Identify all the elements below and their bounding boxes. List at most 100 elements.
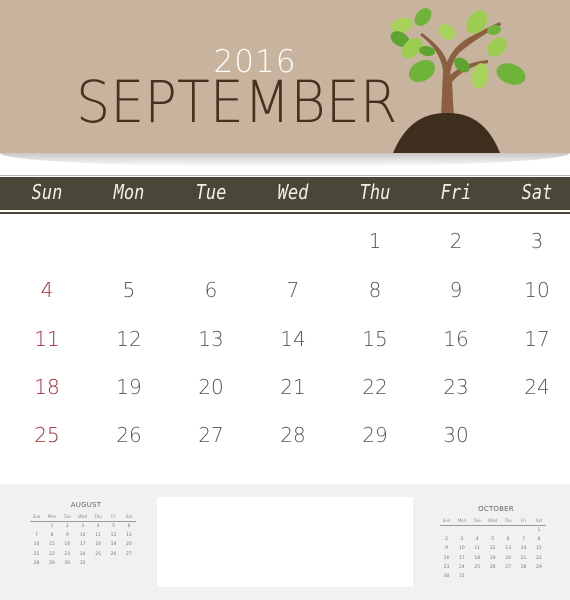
day-cell[interactable]: 28 [263, 423, 323, 447]
mini-day-cell: 12 [110, 533, 117, 539]
mini-day-cell: 22 [536, 555, 542, 561]
soil-mound [393, 112, 500, 153]
day-cell[interactable]: 1 [345, 229, 405, 253]
mini-weekday-label: Wed [488, 518, 498, 523]
day-cell[interactable]: 22 [345, 375, 405, 399]
mini-weekday-label: Tue [473, 518, 481, 523]
mini-day-cell: 6 [127, 524, 131, 529]
day-cell[interactable]: 9 [426, 278, 486, 302]
mini-day-cell: 31 [459, 574, 465, 579]
mini-day-cell: 16 [64, 542, 71, 548]
mini-day-cell: 13 [126, 533, 132, 539]
mini-weekday-label: Fri [520, 518, 527, 523]
day-cell[interactable]: 24 [507, 375, 567, 399]
mini-weekday-label: Thu [94, 514, 102, 519]
mini-day-cell: 16 [443, 555, 450, 561]
mini-weekday-label: Fri [110, 514, 117, 519]
mini-day-cell: 28 [33, 560, 40, 566]
weekday-label-sat: Sat [521, 180, 553, 204]
mini-weekday-label: Wed [78, 514, 88, 519]
weekday-label-mon: Mon [113, 180, 145, 204]
weekday-label-thu: Thu [359, 180, 391, 204]
mini-day-cell: 14 [33, 542, 40, 548]
day-cell[interactable]: 25 [17, 423, 77, 447]
tree-icon [390, 8, 526, 153]
day-cell[interactable]: 2 [426, 229, 486, 253]
day-cell[interactable]: 23 [426, 375, 486, 399]
mini-day-cell: 21 [520, 555, 527, 561]
mini-day-cell: 1 [537, 528, 541, 533]
mini-weekday-label: Sat [125, 514, 133, 519]
mini-day-cell: 30 [64, 560, 71, 566]
day-cell[interactable]: 13 [181, 327, 241, 351]
mini-day-cell: 3 [460, 537, 464, 543]
notes-box[interactable] [157, 497, 413, 587]
mini-day-cell: 14 [520, 546, 527, 552]
day-cell[interactable]: 6 [181, 278, 241, 302]
mini-day-cell: 13 [505, 546, 511, 552]
tree-illustration [390, 8, 526, 153]
month-title: SEPTEMBER [76, 68, 398, 136]
day-cell[interactable]: 17 [507, 327, 567, 351]
day-cell[interactable]: 16 [426, 327, 486, 351]
mini-day-cell: 9 [445, 546, 448, 552]
day-cell[interactable]: 20 [181, 375, 241, 399]
day-cell[interactable]: 3 [507, 229, 567, 253]
mini-day-cell: 23 [64, 551, 71, 557]
day-cell[interactable]: 21 [263, 375, 323, 399]
mini-day-cell: 1 [50, 524, 54, 529]
mini-day-cell: 21 [33, 551, 40, 557]
day-cell[interactable]: 11 [17, 327, 77, 351]
mini-day-cell: 17 [79, 542, 86, 548]
weekbar-underline [0, 212, 570, 214]
mini-day-cell: 25 [474, 564, 481, 570]
day-cell[interactable]: 14 [263, 327, 323, 351]
mini-day-cell: 11 [474, 546, 481, 552]
mini-day-cell: 20 [126, 542, 132, 548]
mini-weekday-label: Sun [442, 518, 451, 523]
mini-day-cell: 19 [110, 542, 117, 548]
day-cell[interactable]: 7 [263, 278, 323, 302]
mini-day-cell: 3 [81, 524, 85, 529]
mini-day-cell: 8 [50, 533, 54, 539]
mini-day-cell: 18 [95, 542, 101, 548]
mini-weekday-label: Sun [32, 514, 41, 519]
mini-day-cell: 7 [522, 537, 525, 543]
weekday-label-wed: Wed [277, 180, 309, 204]
day-cell[interactable]: 30 [426, 423, 486, 447]
day-cell[interactable]: 26 [99, 423, 159, 447]
mini-day-cell: 31 [79, 560, 86, 566]
mini-calendar-title: AUGUST [70, 501, 102, 509]
day-cell[interactable]: 29 [345, 423, 405, 447]
mini-day-cell: 2 [65, 524, 69, 529]
mini-weekday-label: Mon [47, 514, 57, 519]
mini-day-cell: 4 [96, 524, 100, 529]
mini-divider [30, 521, 136, 522]
mini-day-cell: 29 [49, 560, 55, 566]
day-cell[interactable]: 12 [99, 327, 159, 351]
mini-day-cell: 29 [536, 564, 542, 570]
mini-day-cell: 19 [489, 555, 496, 561]
mini-day-cell: 10 [79, 533, 86, 539]
mini-day-cell: 28 [520, 564, 527, 570]
weekday-label-tue: Tue [195, 180, 227, 204]
day-cell[interactable]: 27 [181, 423, 241, 447]
day-cell[interactable]: 4 [17, 278, 77, 302]
mini-day-cell: 15 [49, 542, 55, 548]
day-cell[interactable]: 18 [17, 375, 77, 399]
day-cell[interactable]: 5 [99, 278, 159, 302]
mini-day-cell: 17 [459, 555, 465, 561]
mini-day-cell: 15 [536, 546, 542, 552]
day-cell[interactable]: 10 [507, 278, 567, 302]
day-cell[interactable]: 15 [345, 327, 405, 351]
day-cell[interactable]: 19 [99, 375, 159, 399]
mini-day-cell: 24 [79, 551, 86, 557]
day-cell[interactable]: 8 [345, 278, 405, 302]
mini-weekday-label: Tue [63, 514, 71, 519]
header-shadow [0, 153, 570, 167]
mini-day-cell: 20 [505, 555, 511, 561]
mini-day-cell: 27 [505, 564, 511, 570]
mini-weekday-label: Sat [535, 518, 543, 523]
weekday-label-fri: Fri [440, 180, 472, 204]
mini-day-cell: 12 [489, 546, 496, 552]
